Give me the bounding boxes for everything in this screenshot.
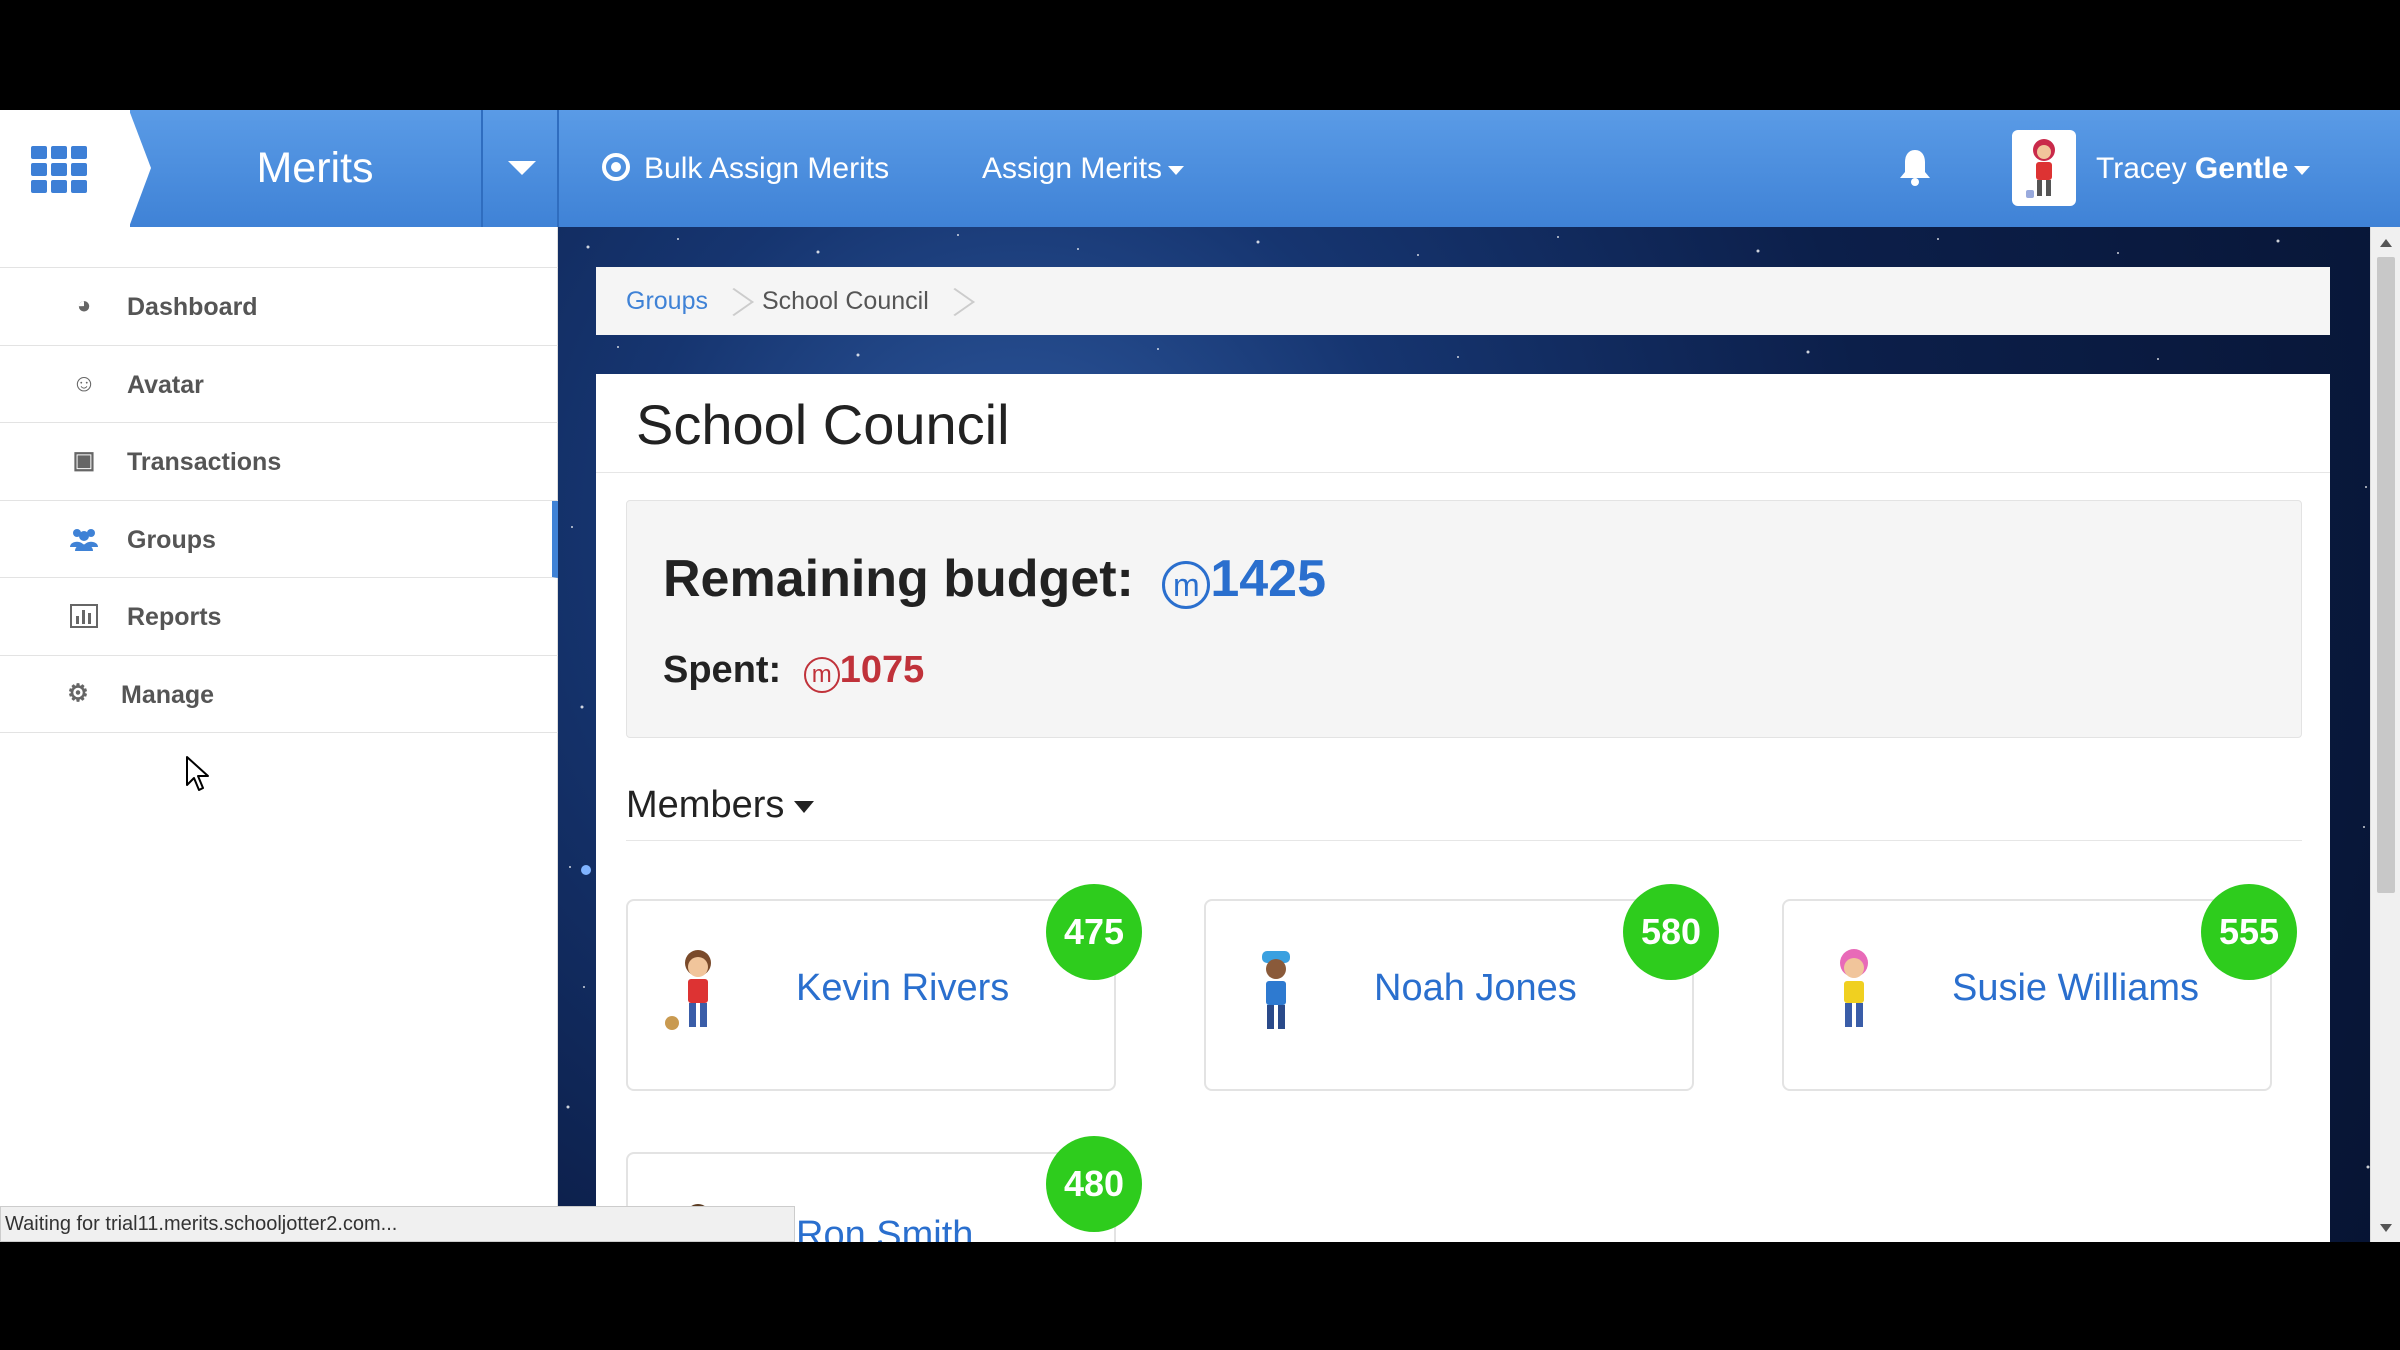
score-badge: 480 — [1046, 1136, 1142, 1232]
divider — [596, 472, 2330, 473]
main-content: Groups School Council School Council Rema… — [558, 227, 2400, 1242]
user-avatar[interactable] — [2012, 130, 2076, 206]
brand-title[interactable]: Merits — [150, 110, 480, 227]
member-name[interactable]: Noah Jones — [1374, 967, 1577, 1010]
score-badge: 475 — [1046, 884, 1142, 980]
bar-chart-icon — [70, 604, 98, 628]
app-grid-button[interactable] — [0, 110, 151, 227]
score-badge: 580 — [1623, 884, 1719, 980]
remaining-budget-label: Remaining budget: — [663, 550, 1134, 608]
gears-icon: ⚙ — [67, 679, 89, 707]
assign-merits-menu[interactable]: Assign Merits — [982, 110, 1185, 227]
bell-icon[interactable] — [1898, 148, 1932, 186]
browser-status-bar: Waiting for trial11.merits.schooljotter2… — [0, 1206, 795, 1242]
remaining-budget: Remaining budget: m 1425 — [663, 549, 1326, 609]
user-first-name: Tracey — [2096, 152, 2187, 185]
sidebar-item-dashboard[interactable]: ◕ Dashboard — [0, 268, 558, 346]
spent-label: Spent: — [663, 649, 782, 691]
spent-amount-value: m 1075 — [792, 649, 925, 693]
member-avatar — [1840, 949, 1868, 1027]
divider — [626, 840, 2302, 841]
members-label: Members — [626, 784, 785, 826]
user-last-name: Gentle — [2194, 152, 2289, 185]
sidebar-item-groups[interactable]: Groups — [0, 500, 558, 578]
member-name[interactable]: Susie Williams — [1952, 967, 2199, 1010]
top-nav: Merits Bulk Assign Merits Assign Merits … — [0, 110, 2400, 227]
member-name[interactable]: Ron Smith — [796, 1214, 973, 1242]
merit-coin-icon: m — [803, 657, 840, 693]
sidebar-item-transactions[interactable]: ▣ Transactions — [0, 423, 558, 501]
members-toggle[interactable]: Members — [626, 784, 815, 827]
scroll-down-icon[interactable] — [2380, 1224, 2392, 1232]
mouse-cursor-icon — [186, 756, 209, 791]
remaining-budget-value: 1425 — [1210, 550, 1327, 608]
breadcrumb: Groups School Council — [596, 267, 2330, 335]
sidebar-item-label: Groups — [127, 525, 216, 554]
score-badge: 555 — [2201, 884, 2297, 980]
sidebar-item-label: Dashboard — [127, 293, 258, 321]
caret-down-icon — [2294, 165, 2311, 175]
smile-icon: ☺ — [71, 369, 97, 397]
assign-merits-label: Assign Merits — [982, 152, 1163, 185]
sidebar-item-manage[interactable]: ⚙ Manage — [0, 656, 558, 733]
member-card[interactable]: Noah Jones — [1204, 899, 1694, 1091]
vertical-scrollbar[interactable] — [2370, 227, 2400, 1242]
breadcrumb-current: School Council — [761, 287, 929, 315]
sidebar-menu: ◕ Dashboard ☺ Avatar ▣ Transactions Grou… — [0, 267, 558, 733]
grid-icon — [31, 146, 87, 193]
sidebar-item-reports[interactable]: Reports — [0, 578, 558, 656]
spent-amount: Spent: m 1075 — [663, 649, 924, 693]
merit-coin-icon: m — [1162, 561, 1211, 609]
group-panel: School Council Remaining budget: m 1425 S… — [596, 374, 2330, 1242]
member-avatar — [665, 950, 711, 1030]
dashboard-icon: ◕ — [76, 292, 92, 319]
breadcrumb-link-groups[interactable]: Groups — [626, 287, 708, 315]
bulk-assign-label: Bulk Assign Merits — [644, 152, 890, 185]
member-avatar — [1262, 951, 1290, 1029]
scroll-up-icon[interactable] — [2380, 239, 2392, 247]
user-menu[interactable]: Tracey Gentle — [2096, 110, 2311, 227]
scrollbar-thumb[interactable] — [2377, 257, 2395, 893]
users-icon — [70, 527, 98, 551]
sidebar-item-label: Transactions — [127, 448, 282, 476]
page-title: School Council — [636, 393, 1010, 456]
breadcrumb-separator-icon — [728, 282, 742, 322]
sidebar-item-avatar[interactable]: ☺ Avatar — [0, 346, 558, 423]
remaining-budget-amount: m 1425 — [1148, 550, 1327, 609]
target-icon — [602, 153, 630, 182]
sidebar-item-label: Manage — [121, 680, 215, 709]
bulk-assign-button[interactable]: Bulk Assign Merits — [602, 110, 889, 227]
spent-value: 1075 — [839, 649, 925, 691]
breadcrumb-separator-icon — [949, 282, 963, 322]
member-card[interactable]: Kevin Rivers — [626, 899, 1116, 1091]
budget-summary: Remaining budget: m 1425 Spent: m 1075 — [626, 500, 2302, 738]
caret-down-icon — [794, 800, 815, 813]
sidebar-item-label: Avatar — [127, 370, 204, 399]
money-icon: ▣ — [72, 447, 96, 474]
caret-down-icon — [1168, 165, 1185, 175]
sidebar-item-label: Reports — [127, 603, 222, 631]
member-name[interactable]: Kevin Rivers — [796, 967, 1009, 1010]
brand-dropdown-button[interactable] — [481, 110, 559, 227]
member-card[interactable]: Susie Williams — [1782, 899, 2272, 1091]
app-window: Merits Bulk Assign Merits Assign Merits … — [0, 110, 2400, 1242]
sidebar: ◕ Dashboard ☺ Avatar ▣ Transactions Grou… — [0, 227, 558, 1242]
